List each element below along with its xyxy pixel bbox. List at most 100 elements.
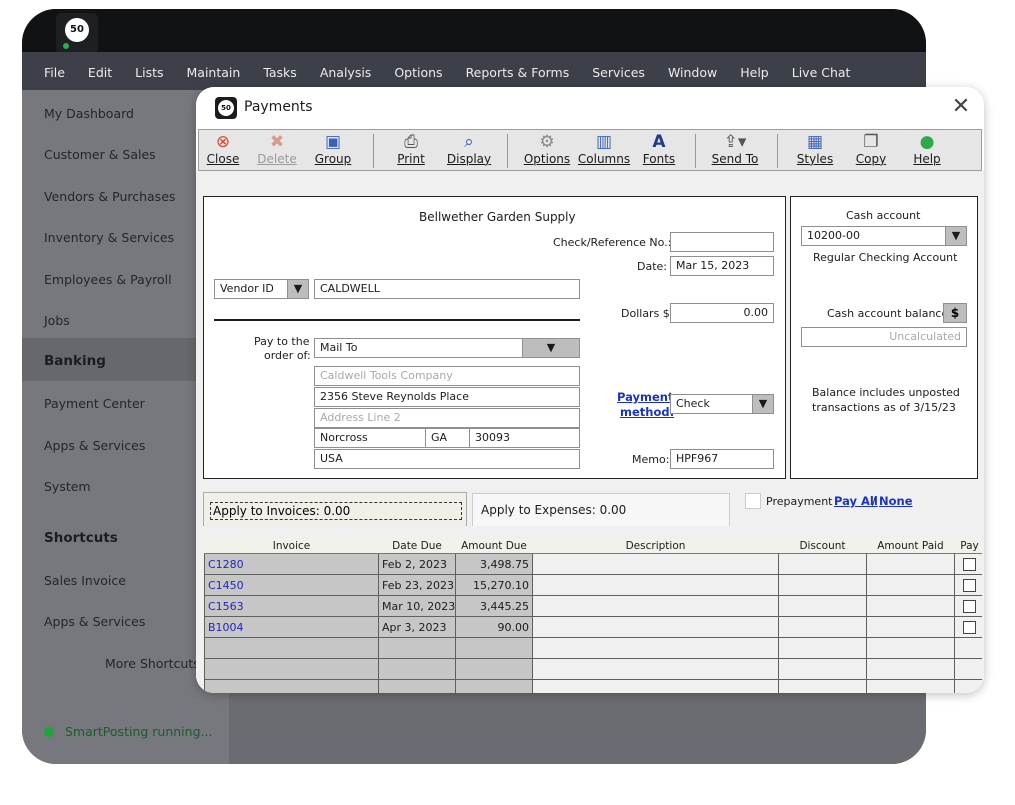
payment-method-link[interactable]: Payment xyxy=(617,390,674,404)
chevron-down-icon[interactable]: ▼ xyxy=(522,339,579,357)
prepayment-checkbox[interactable] xyxy=(745,493,761,509)
sidebar-item-banking[interactable]: Banking xyxy=(44,353,106,369)
address-line2-input[interactable]: Address Line 2 xyxy=(314,408,580,428)
amount-paid-cell[interactable] xyxy=(866,595,955,617)
invoice-number[interactable]: C1450 xyxy=(204,574,379,596)
pay-checkbox[interactable] xyxy=(963,599,976,613)
send-to-button[interactable]: ⇪▾ Send To xyxy=(709,132,761,170)
invoice-number[interactable]: C1563 xyxy=(204,595,379,617)
sidebar-item-inventory-services[interactable]: Inventory & Services xyxy=(44,230,174,245)
menu-window[interactable]: Window xyxy=(668,65,717,80)
payee-name-input[interactable]: Caldwell Tools Company xyxy=(314,366,580,386)
menu-file[interactable]: File xyxy=(44,65,65,80)
memo-input[interactable]: HPF967 xyxy=(670,449,774,469)
zip-input[interactable]: 30093 xyxy=(469,428,580,448)
table-row-empty[interactable] xyxy=(204,637,982,659)
invoice-number[interactable]: C1280 xyxy=(204,553,379,575)
payment-method-dropdown[interactable]: Check ▼ xyxy=(670,394,774,414)
close-circle-icon: ⊗ xyxy=(215,132,231,152)
sidebar-item-vendors-purchases[interactable]: Vendors & Purchases xyxy=(44,189,175,204)
tab-apply-invoices[interactable]: Apply to Invoices: 0.00 xyxy=(203,492,467,526)
menu-help[interactable]: Help xyxy=(740,65,769,80)
country-input[interactable]: USA xyxy=(314,449,580,469)
menu-lists[interactable]: Lists xyxy=(135,65,163,80)
sidebar-item-customer-sales[interactable]: Customer & Sales xyxy=(44,147,156,162)
sidebar-item-employees-payroll[interactable]: Employees & Payroll xyxy=(44,272,172,287)
sidebar-item-dashboard[interactable]: My Dashboard xyxy=(44,106,134,121)
sidebar-item-payment-center[interactable]: Payment Center xyxy=(44,396,145,411)
mail-to-dropdown[interactable]: Mail To ▼ xyxy=(314,338,580,358)
description-cell[interactable] xyxy=(532,616,779,638)
shortcut-sales-invoice[interactable]: Sales Invoice xyxy=(44,573,126,588)
more-shortcuts-link[interactable]: More Shortcuts xyxy=(105,656,200,671)
payment-method-link-2[interactable]: method: xyxy=(620,405,674,419)
discount-cell[interactable] xyxy=(778,616,867,638)
vendor-id-input[interactable]: CALDWELL xyxy=(314,279,580,299)
print-button[interactable]: ⎙ Print xyxy=(393,132,429,170)
calculate-balance-button[interactable]: $ xyxy=(943,303,967,323)
col-discount: Discount xyxy=(778,539,867,554)
discount-cell[interactable] xyxy=(778,574,867,596)
menu-live-chat[interactable]: Live Chat xyxy=(792,65,851,80)
discount-cell[interactable] xyxy=(778,595,867,617)
menu-maintain[interactable]: Maintain xyxy=(187,65,241,80)
cash-account-dropdown[interactable]: 10200-00 ▼ xyxy=(801,226,967,246)
menu-reports-forms[interactable]: Reports & Forms xyxy=(466,65,570,80)
amount-paid-cell[interactable] xyxy=(866,616,955,638)
delete-button[interactable]: ✖ Delete xyxy=(255,132,299,170)
date-input[interactable]: Mar 15, 2023 xyxy=(670,256,774,276)
discount-cell[interactable] xyxy=(778,553,867,575)
pay-checkbox[interactable] xyxy=(963,557,976,571)
dialog-close-icon[interactable]: ✕ xyxy=(950,96,972,119)
menu-options[interactable]: Options xyxy=(394,65,442,80)
close-button[interactable]: ⊗ Close xyxy=(203,132,243,170)
cash-balance-field: Uncalculated xyxy=(801,327,967,347)
help-button[interactable]: ● Help xyxy=(909,132,945,170)
styles-button[interactable]: ▦ Styles xyxy=(795,132,835,170)
table-row[interactable]: C1563 Mar 10, 2023 3,445.25 xyxy=(204,595,982,617)
chevron-down-icon[interactable]: ▼ xyxy=(945,227,966,245)
city-input[interactable]: Norcross xyxy=(314,428,426,448)
app-titlebar: 50 xyxy=(22,9,926,53)
table-row-empty[interactable] xyxy=(204,658,982,680)
check-ref-input[interactable] xyxy=(670,232,774,252)
sidebar-item-system[interactable]: System xyxy=(44,479,91,494)
options-button[interactable]: ⚙ Options xyxy=(521,132,573,170)
table-row[interactable]: B1004 Apr 3, 2023 90.00 xyxy=(204,616,982,638)
menu-tasks[interactable]: Tasks xyxy=(263,65,297,80)
company-name: Bellwether Garden Supply xyxy=(419,210,576,224)
table-row-empty[interactable] xyxy=(204,679,982,693)
columns-button[interactable]: ▥ Columns xyxy=(577,132,631,170)
menu-services[interactable]: Services xyxy=(592,65,645,80)
menu-edit[interactable]: Edit xyxy=(88,65,112,80)
chevron-down-icon[interactable]: ▼ xyxy=(752,395,773,413)
menu-analysis[interactable]: Analysis xyxy=(320,65,372,80)
description-cell[interactable] xyxy=(532,553,779,575)
fonts-button[interactable]: A Fonts xyxy=(639,132,679,170)
description-cell[interactable] xyxy=(532,595,779,617)
vendor-id-dropdown[interactable]: Vendor ID ▼ xyxy=(214,279,309,299)
amount-paid-cell[interactable] xyxy=(866,574,955,596)
invoice-number[interactable]: B1004 xyxy=(204,616,379,638)
dialog-logo: 50 xyxy=(215,97,237,119)
sidebar-item-apps-services[interactable]: Apps & Services xyxy=(44,438,145,453)
dollars-input[interactable]: 0.00 xyxy=(670,303,774,323)
copy-button[interactable]: ❐ Copy xyxy=(853,132,889,170)
pay-checkbox[interactable] xyxy=(963,620,976,634)
state-input[interactable]: GA xyxy=(425,428,470,448)
group-button[interactable]: ▣ Group xyxy=(311,132,355,170)
pay-checkbox[interactable] xyxy=(963,578,976,592)
display-button[interactable]: ⌕ Display xyxy=(445,132,493,170)
amount-paid-cell[interactable] xyxy=(866,553,955,575)
table-row[interactable]: C1280 Feb 2, 2023 3,498.75 xyxy=(204,553,982,575)
shortcut-apps-services[interactable]: Apps & Services xyxy=(44,614,145,629)
invoice-table-header: Invoice Date Due Amount Due Description … xyxy=(204,539,982,554)
table-row[interactable]: C1450 Feb 23, 2023 15,270.10 xyxy=(204,574,982,596)
description-cell[interactable] xyxy=(532,574,779,596)
toolbar-separator xyxy=(373,134,374,168)
chevron-down-icon[interactable]: ▼ xyxy=(287,280,308,298)
address-line1-input[interactable]: 2356 Steve Reynolds Place xyxy=(314,387,580,407)
tab-apply-expenses[interactable]: Apply to Expenses: 0.00 xyxy=(472,493,730,526)
none-link[interactable]: None xyxy=(879,494,913,508)
sidebar-item-jobs[interactable]: Jobs xyxy=(44,313,70,328)
